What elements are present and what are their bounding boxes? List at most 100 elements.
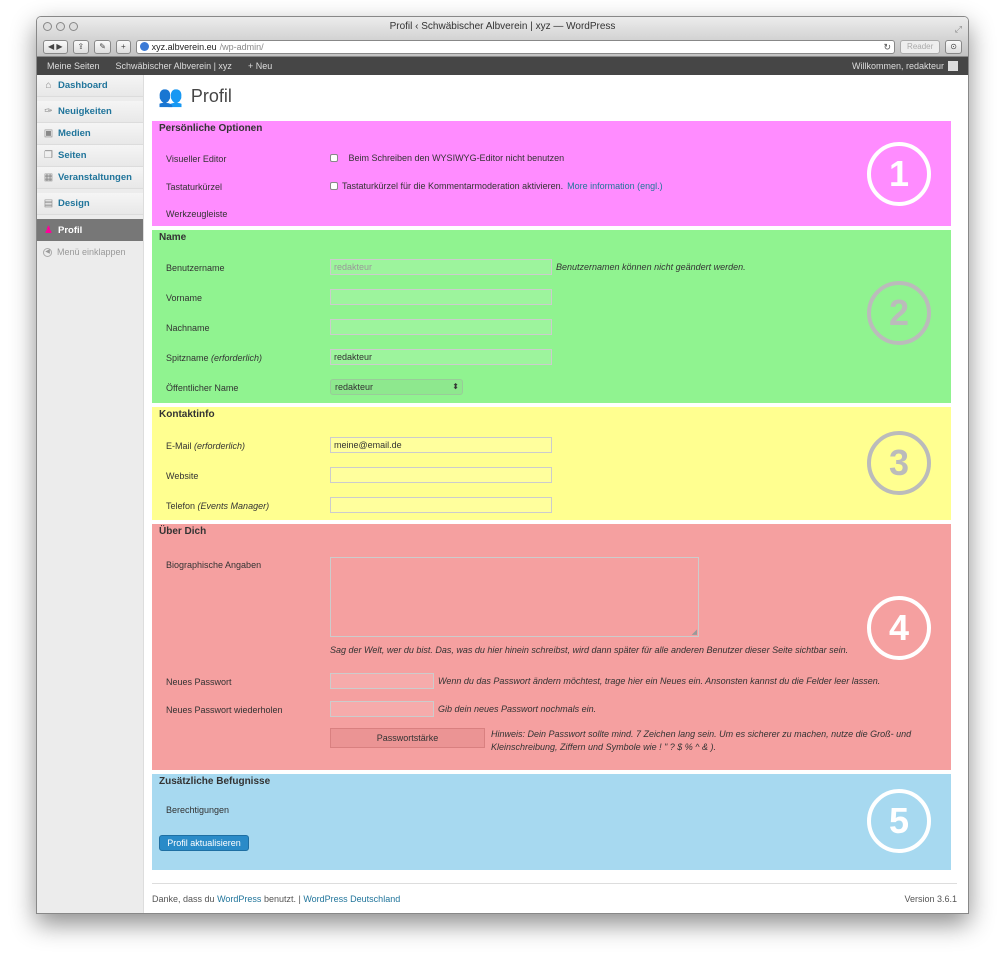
fullscreen-icon[interactable]: ⤢	[955, 19, 962, 39]
admin-footer: Danke, dass du WordPress benutzt. | Word…	[152, 883, 957, 904]
footer-text: benutzt. |	[263, 894, 301, 904]
shortcuts-option: Tastaturkürzel für die Kommentarmoderati…	[330, 181, 663, 191]
section-heading: Persönliche Optionen	[159, 123, 263, 134]
address-bar[interactable]: xyz.albverein.eu/wp-admin/ ↻	[135, 39, 896, 54]
required-note: (erforderlich)	[194, 441, 246, 451]
website-control	[330, 467, 552, 483]
visual-editor-checkbox[interactable]	[330, 154, 338, 162]
firstname-input[interactable]	[330, 289, 552, 305]
lastname-input[interactable]	[330, 319, 552, 335]
my-sites-link[interactable]: Meine Seiten	[47, 61, 100, 71]
menu-label: Medien	[58, 128, 91, 139]
password-strength-hint: Hinweis: Dein Passwort sollte mind. 7 Ze…	[491, 728, 911, 754]
repeat-password-input[interactable]	[330, 701, 434, 717]
personal-options-section: Persönliche Optionen Visueller Editor Be…	[152, 121, 951, 226]
window-controls	[43, 22, 78, 31]
permissions-label: Berechtigungen	[166, 805, 230, 815]
downloads-icon[interactable]: ⊙	[945, 39, 962, 54]
url-domain: xyz.albverein.eu	[151, 41, 217, 52]
contact-section: Kontaktinfo E-Mail (erforderlich) meine@…	[152, 407, 951, 520]
back-forward-button[interactable]: ◀ ▶	[43, 39, 68, 54]
password-strength-control: Passwortstärke Hinweis: Dein Passwort so…	[330, 728, 911, 754]
site-name-link[interactable]: Schwäbischer Albverein | xyz	[116, 61, 232, 71]
toolbar-label: Werkzeugleiste	[166, 209, 228, 219]
pin-icon: ✑	[44, 106, 53, 117]
section-number-badge: 3	[867, 431, 931, 495]
wordpress-de-link[interactable]: WordPress Deutschland	[303, 894, 400, 904]
reader-button[interactable]: Reader	[900, 39, 941, 54]
collapse-label: Menü einklappen	[57, 247, 126, 257]
nickname-input[interactable]: redakteur	[330, 349, 552, 365]
shortcuts-checkbox[interactable]	[330, 182, 338, 190]
bio-label: Biographische Angaben	[166, 560, 262, 570]
menu-posts[interactable]: ✑ Neuigkeiten	[37, 101, 143, 123]
admin-bar: Meine Seiten Schwäbischer Albverein | xy…	[37, 57, 968, 75]
phone-control	[330, 497, 552, 513]
browser-window: Profil ‹ Schwäbischer Albverein | xyz — …	[36, 16, 969, 914]
bio-textarea[interactable]: ◢	[330, 557, 699, 637]
email-input[interactable]: meine@email.de	[330, 437, 552, 453]
collapse-menu-button[interactable]: ◀ Menü einklappen	[37, 241, 143, 263]
repeat-password-hint: Gib dein neues Passwort nochmals ein.	[438, 704, 597, 714]
page-header: 👥 Profil	[152, 75, 962, 118]
page-title: Profil	[190, 86, 232, 106]
profile-users-icon: 👥	[158, 86, 183, 108]
main-content: 👥 Profil Persönliche Optionen Visueller …	[152, 75, 962, 870]
menu-dashboard[interactable]: ⌂ Dashboard	[37, 75, 143, 97]
phone-input[interactable]	[330, 497, 552, 513]
menu-profile[interactable]: ♟ Profil	[37, 219, 143, 241]
menu-media[interactable]: ▣ Medien	[37, 123, 143, 145]
plus-icon: +	[247, 61, 256, 71]
strength-hint-line: Kleinschreibung, Ziffern und Symbole wie…	[491, 742, 717, 752]
new-password-label: Neues Passwort	[166, 677, 232, 687]
select-arrows-icon: ⬍	[452, 382, 459, 391]
account-menu[interactable]: Willkommen, redakteur	[852, 61, 958, 71]
share-icon[interactable]: ⇪	[72, 39, 90, 54]
firstname-control	[330, 289, 552, 305]
add-bookmark-icon[interactable]: +	[115, 39, 131, 54]
phone-note: (Events Manager)	[197, 501, 270, 511]
reload-icon[interactable]: ↻	[884, 41, 895, 53]
welcome-text: Willkommen, redakteur	[851, 61, 944, 71]
section-number-badge: 1	[867, 142, 931, 206]
email-label: E-Mail (erforderlich)	[166, 441, 245, 451]
more-info-link[interactable]: More information (engl.)	[567, 181, 663, 191]
collapse-arrow-icon: ◀	[43, 247, 52, 257]
avatar	[948, 61, 958, 71]
close-window-button[interactable]	[43, 22, 52, 31]
wordpress-link[interactable]: WordPress	[217, 894, 261, 904]
wrench-icon[interactable]: ✎	[94, 39, 111, 54]
phone-text: Telefon	[166, 501, 196, 511]
display-name-select[interactable]: redakteur ⬍	[330, 379, 463, 395]
minimize-window-button[interactable]	[56, 22, 65, 31]
email-text: E-Mail	[166, 441, 192, 451]
new-content-link[interactable]: + Neu	[248, 61, 272, 71]
browser-toolbar: ◀ ▶ ⇪ ✎ + xyz.albverein.eu/wp-admin/ ↻ R…	[37, 37, 968, 57]
extra-capabilities-section: Zusätzliche Befugnisse Berechtigungen Pr…	[152, 774, 951, 870]
visual-editor-option: Beim Schreiben den WYSIWYG-Editor nicht …	[330, 153, 564, 163]
update-profile-button[interactable]: Profil aktualisieren	[159, 835, 249, 851]
shortcuts-text: Tastaturkürzel für die Kommentarmoderati…	[342, 181, 564, 191]
website-label: Website	[166, 471, 199, 481]
lastname-control	[330, 319, 552, 335]
section-heading: Über Dich	[159, 526, 207, 537]
calendar-icon: ▦	[43, 172, 54, 183]
new-password-input[interactable]	[330, 673, 434, 689]
design-icon: ▤	[43, 198, 54, 209]
username-input[interactable]: redakteur	[330, 259, 552, 275]
menu-events[interactable]: ▦ Veranstaltungen	[37, 167, 143, 189]
nickname-text: Spitzname	[166, 353, 209, 363]
zoom-window-button[interactable]	[69, 22, 78, 31]
section-number-badge: 2	[867, 281, 931, 345]
bio-hint: Sag der Welt, wer du bist. Das, was du h…	[330, 645, 849, 655]
about-section: Über Dich Biographische Angaben ◢ Sag de…	[152, 524, 951, 770]
menu-label: Profil	[58, 224, 83, 236]
version-text: Version 3.6.1	[904, 894, 957, 904]
menu-pages[interactable]: ❐ Seiten	[37, 145, 143, 167]
menu-label: Design	[58, 198, 90, 209]
menu-design[interactable]: ▤ Design	[37, 193, 143, 215]
firstname-label: Vorname	[166, 293, 203, 303]
email-control: meine@email.de	[330, 437, 552, 453]
username-hint: Benutzernamen können nicht geändert werd…	[556, 262, 746, 272]
website-input[interactable]	[330, 467, 552, 483]
